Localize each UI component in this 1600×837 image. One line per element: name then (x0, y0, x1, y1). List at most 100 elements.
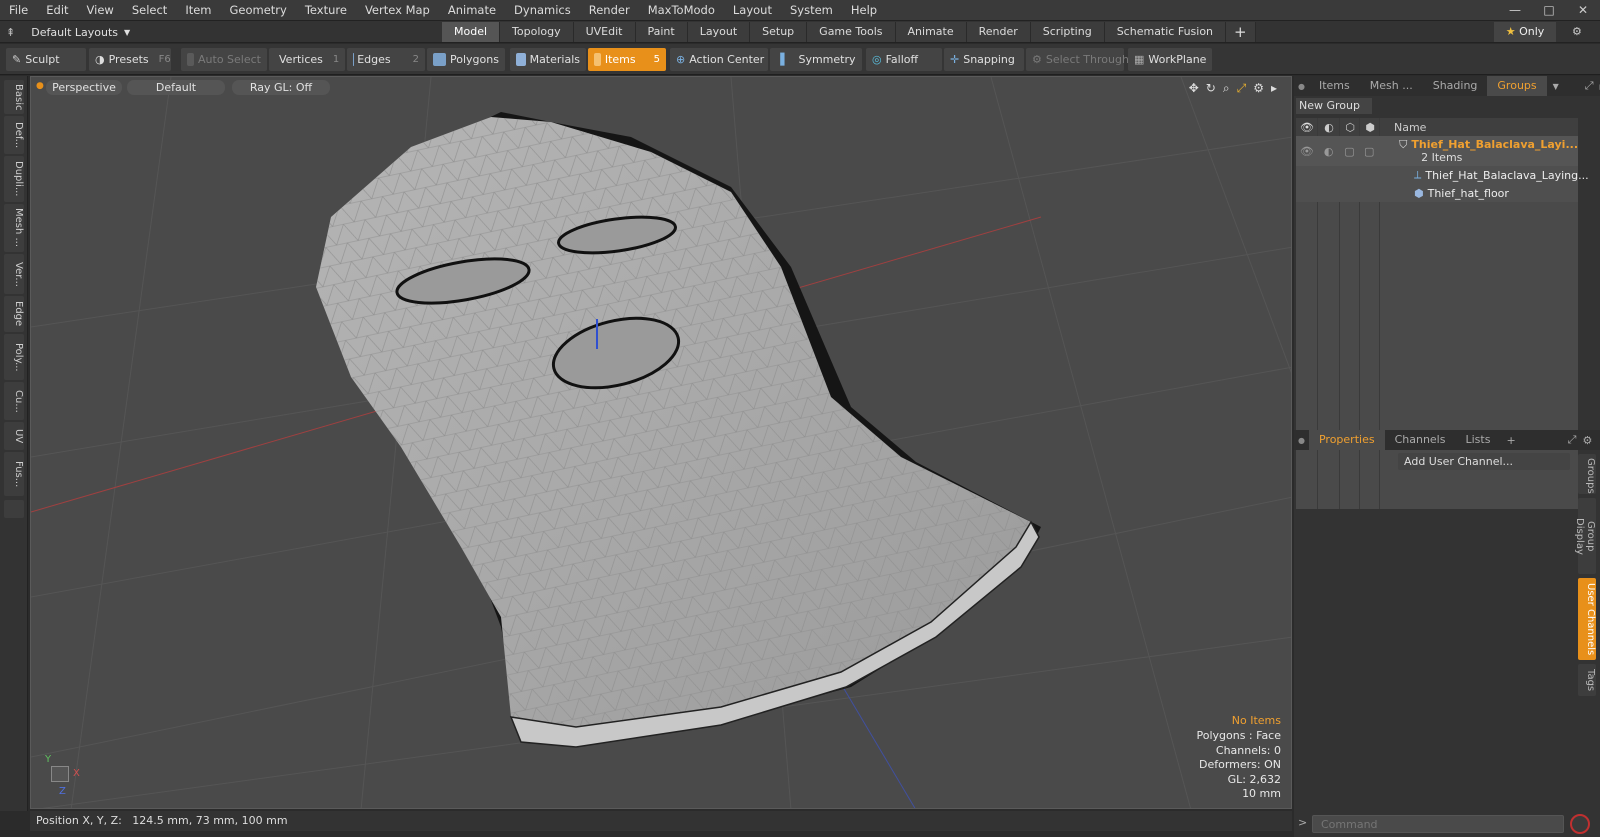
add-tab-icon[interactable]: + (1506, 434, 1515, 447)
menu-system[interactable]: System (781, 3, 842, 17)
panel-expand-icon[interactable]: ⤢ (1585, 79, 1594, 93)
tab-setup[interactable]: Setup (750, 22, 808, 42)
left-tab-extra[interactable] (4, 500, 24, 518)
tab-items[interactable]: Items (1309, 76, 1360, 96)
left-tab-vertex[interactable]: Ver... (4, 254, 24, 294)
tab-scripting[interactable]: Scripting (1030, 22, 1105, 42)
raygl-button[interactable]: Ray GL: Off (232, 80, 330, 95)
add-tab-icon[interactable]: + (1226, 22, 1256, 42)
menu-texture[interactable]: Texture (296, 3, 356, 17)
tab-paint[interactable]: Paint (635, 22, 688, 42)
close-icon[interactable]: ✕ (1566, 0, 1600, 21)
symmetry-button[interactable]: ▐ Symmetry (770, 48, 862, 71)
left-tab-basic[interactable]: Basic (4, 80, 24, 114)
tab-channels[interactable]: Channels (1385, 430, 1456, 450)
tab-layout[interactable]: Layout (687, 22, 751, 42)
tab-render[interactable]: Render (966, 22, 1031, 42)
vertices-button[interactable]: Vertices 1 (269, 48, 345, 71)
select-through-button[interactable]: ⚙ Select Through (1026, 48, 1129, 71)
minimize-icon[interactable]: — (1498, 0, 1532, 21)
panel-gear-icon[interactable]: ⚙ (1582, 434, 1592, 447)
3d-viewport[interactable]: ● Perspective Default Ray GL: Off ✥ ↻ ⌕ … (30, 76, 1292, 809)
panel-expand-icon[interactable]: ⤢ (1568, 433, 1577, 447)
side-tab-groups[interactable]: Groups (1578, 454, 1596, 494)
left-tab-curve[interactable]: Cu... (4, 382, 24, 420)
visibility-col-icon[interactable]: 👁 (1296, 121, 1318, 134)
side-tab-tags[interactable]: Tags (1578, 664, 1596, 696)
auto-select-button[interactable]: Auto Select (181, 48, 267, 71)
viewport-scene[interactable] (31, 77, 1292, 809)
menu-select[interactable]: Select (123, 3, 176, 17)
tab-topology[interactable]: Topology (500, 22, 574, 42)
layout-selector[interactable]: ⇞ Default Layouts ▼ (6, 24, 130, 40)
command-record-icon[interactable] (1570, 814, 1590, 834)
tab-groups[interactable]: Groups (1487, 76, 1547, 96)
menu-help[interactable]: Help (842, 3, 886, 17)
left-tab-duplicate[interactable]: Dupli... (4, 156, 24, 202)
items-button[interactable]: Items 5 (588, 48, 666, 71)
materials-button[interactable]: Materials (510, 48, 586, 71)
menu-view[interactable]: View (78, 3, 123, 17)
tab-lists[interactable]: Lists (1455, 430, 1500, 450)
select-col-icon[interactable]: ⬢ (1360, 121, 1380, 134)
snapping-button[interactable]: ✛ Snapping (944, 48, 1024, 71)
falloff-button[interactable]: ◎ Falloff (866, 48, 942, 71)
group-row[interactable]: 👁 ◐ ▢ ▢ ⛉ Thief_Hat_Balaclava_Layi... 2 … (1296, 136, 1578, 166)
pan-icon[interactable]: ✥ (1189, 81, 1199, 96)
left-tab-fusion[interactable]: Fus... (4, 452, 24, 496)
sculpt-button[interactable]: ✎ Sculpt (6, 48, 86, 71)
menu-layout[interactable]: Layout (724, 3, 781, 17)
zoom-icon[interactable]: ⌕ (1223, 81, 1230, 96)
edges-button[interactable]: Edges 2 (347, 48, 425, 71)
maximize-icon[interactable]: □ (1532, 0, 1566, 21)
group-child-row[interactable]: ⟂ Thief_Hat_Balaclava_Laying... (1296, 166, 1589, 184)
visibility-eye-icon[interactable]: 👁 (1296, 145, 1318, 158)
new-group-button[interactable]: New Group (1296, 98, 1372, 114)
render-toggle-icon[interactable]: ◐ (1318, 145, 1340, 158)
menu-edit[interactable]: Edit (37, 3, 77, 17)
tab-shading[interactable]: Shading (1423, 76, 1488, 96)
menu-render[interactable]: Render (580, 3, 639, 17)
render-col-icon[interactable]: ◐ (1318, 121, 1340, 134)
left-tab-edge[interactable]: Edge (4, 296, 24, 332)
tab-uvedit[interactable]: UVEdit (573, 22, 636, 42)
side-tab-user-channels[interactable]: User Channels (1578, 578, 1596, 660)
side-tab-group-display[interactable]: Group Display (1574, 498, 1596, 574)
menu-vertex-map[interactable]: Vertex Map (356, 3, 439, 17)
left-tab-mesh[interactable]: Mesh ... (4, 204, 24, 252)
menu-animate[interactable]: Animate (439, 3, 505, 17)
menu-maxtomodo[interactable]: MaxToModo (639, 3, 724, 17)
tab-schematic-fusion[interactable]: Schematic Fusion (1104, 22, 1227, 42)
tab-game-tools[interactable]: Game Tools (807, 22, 896, 42)
menu-file[interactable]: File (0, 3, 37, 17)
polygons-button[interactable]: Polygons (427, 48, 505, 71)
lock-toggle-icon[interactable]: ▢ (1340, 145, 1360, 158)
presets-button[interactable]: ◑ Presets F6 (89, 48, 171, 71)
lock-col-icon[interactable]: ⬡ (1340, 121, 1360, 134)
shading-button[interactable]: Default (127, 80, 225, 95)
tab-mesh[interactable]: Mesh ... (1360, 76, 1423, 96)
group-child-row[interactable]: ⬢ Thief_hat_floor (1296, 184, 1578, 202)
workplane-button[interactable]: ▦ WorkPlane (1128, 48, 1212, 71)
tab-properties[interactable]: Properties (1308, 430, 1385, 450)
menu-item[interactable]: Item (176, 3, 220, 17)
tabs-dropdown-icon[interactable]: ▼ (1553, 82, 1559, 91)
action-center-button[interactable]: ⊕ Action Center (670, 48, 768, 71)
left-tab-uv[interactable]: UV (4, 422, 24, 450)
command-input[interactable] (1312, 815, 1564, 833)
only-button[interactable]: ★ Only (1494, 22, 1556, 42)
layout-collapse-icon[interactable]: ⇞ (6, 26, 15, 39)
add-user-channel-button[interactable]: Add User Channel... (1398, 453, 1570, 470)
gear-icon[interactable]: ⚙ (1572, 22, 1582, 42)
select-toggle-icon[interactable]: ▢ (1359, 145, 1379, 158)
tab-animate[interactable]: Animate (895, 22, 967, 42)
viewport-settings-icon[interactable]: ⚙ (1253, 81, 1264, 96)
menu-geometry[interactable]: Geometry (221, 3, 296, 17)
menu-dynamics[interactable]: Dynamics (505, 3, 580, 17)
left-tab-deform[interactable]: Def... (4, 116, 24, 154)
viewport-expand-icon[interactable]: ▸ (1271, 81, 1277, 96)
view-type-button[interactable]: Perspective (46, 80, 122, 95)
rotate-icon[interactable]: ↻ (1206, 81, 1216, 96)
tab-model[interactable]: Model (442, 22, 501, 42)
fit-icon[interactable]: ⤢ (1237, 81, 1247, 96)
